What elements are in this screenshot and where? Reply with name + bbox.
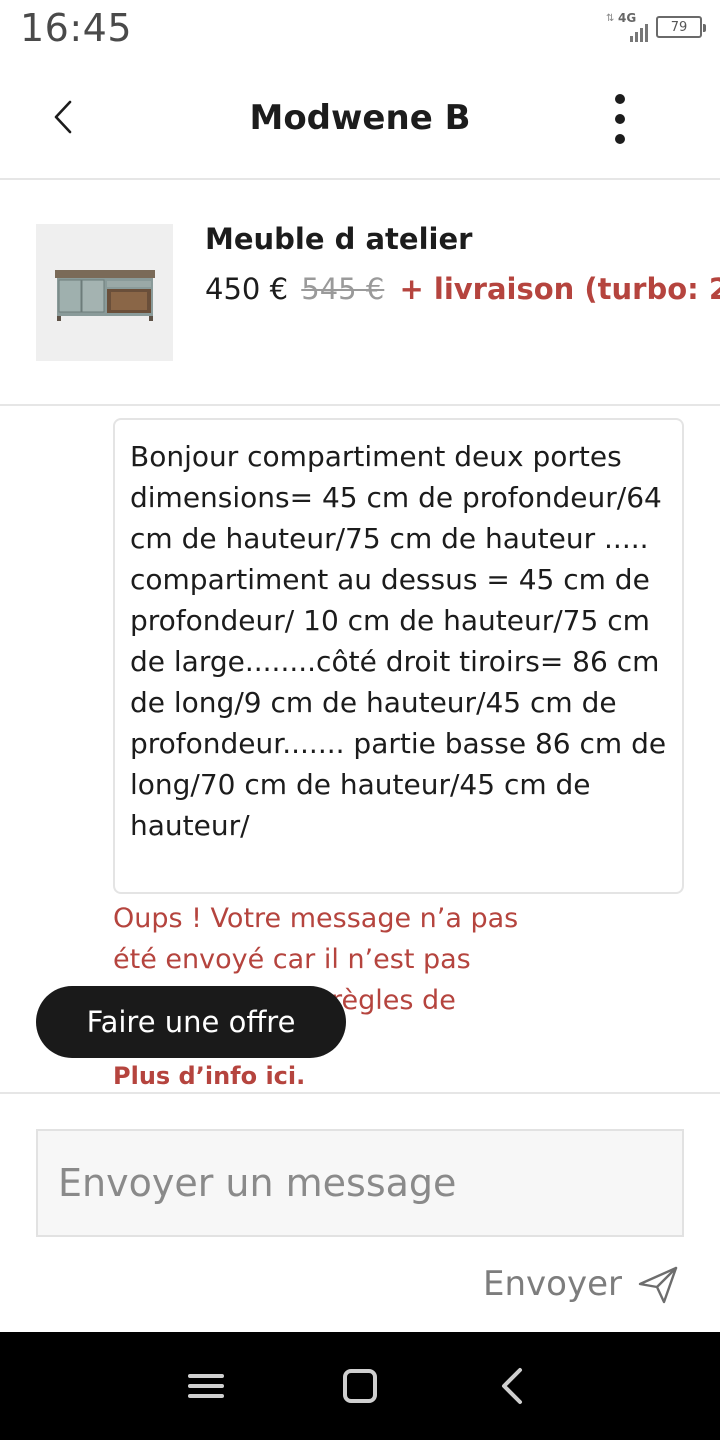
conversation-header: Modwene B: [0, 60, 720, 180]
product-summary[interactable]: Meuble d atelier 450 € 545 € + livraison…: [0, 182, 720, 406]
status-time: 16:45: [20, 6, 133, 50]
product-image[interactable]: [36, 224, 173, 361]
divider: [0, 1092, 720, 1094]
menu-icon: [188, 1374, 224, 1398]
more-info-link[interactable]: Plus d’info ici.: [113, 1062, 305, 1090]
system-navigation-bar: [0, 1332, 720, 1440]
more-vertical-icon: [615, 94, 625, 104]
paper-plane-icon: [638, 1266, 678, 1304]
product-name: Meuble d atelier: [205, 222, 473, 256]
make-offer-button[interactable]: Faire une offre: [36, 986, 346, 1058]
send-button[interactable]: Envoyer: [483, 1258, 680, 1310]
product-price: 450 €: [205, 272, 289, 306]
product-old-price: 545 €: [301, 272, 385, 306]
nav-back-button[interactable]: [490, 1364, 538, 1408]
home-square-icon: [343, 1369, 377, 1403]
network-type: 4G: [618, 11, 637, 25]
send-label: Envoyer: [483, 1264, 622, 1304]
delivery-info: + livraison (turbo: 20€: [399, 272, 720, 306]
more-options-button[interactable]: [600, 94, 640, 144]
nav-menu-button[interactable]: [182, 1364, 230, 1408]
status-bar: 16:45 ⇅ 4G 79: [0, 0, 720, 60]
back-triangle-icon: [502, 1368, 522, 1404]
status-icons: ⇅ 4G 79: [606, 11, 706, 42]
message-input[interactable]: [36, 1129, 684, 1237]
signal-icon: ⇅ 4G: [606, 11, 650, 42]
product-price-line: 450 € 545 € + livraison (turbo: 20€: [205, 272, 720, 306]
battery-icon: 79: [656, 16, 706, 38]
battery-level: 79: [670, 19, 688, 35]
furniture-image: [54, 269, 155, 321]
message-bubble: Bonjour compartiment deux portes dimensi…: [113, 418, 684, 894]
nav-home-button[interactable]: [336, 1364, 384, 1408]
